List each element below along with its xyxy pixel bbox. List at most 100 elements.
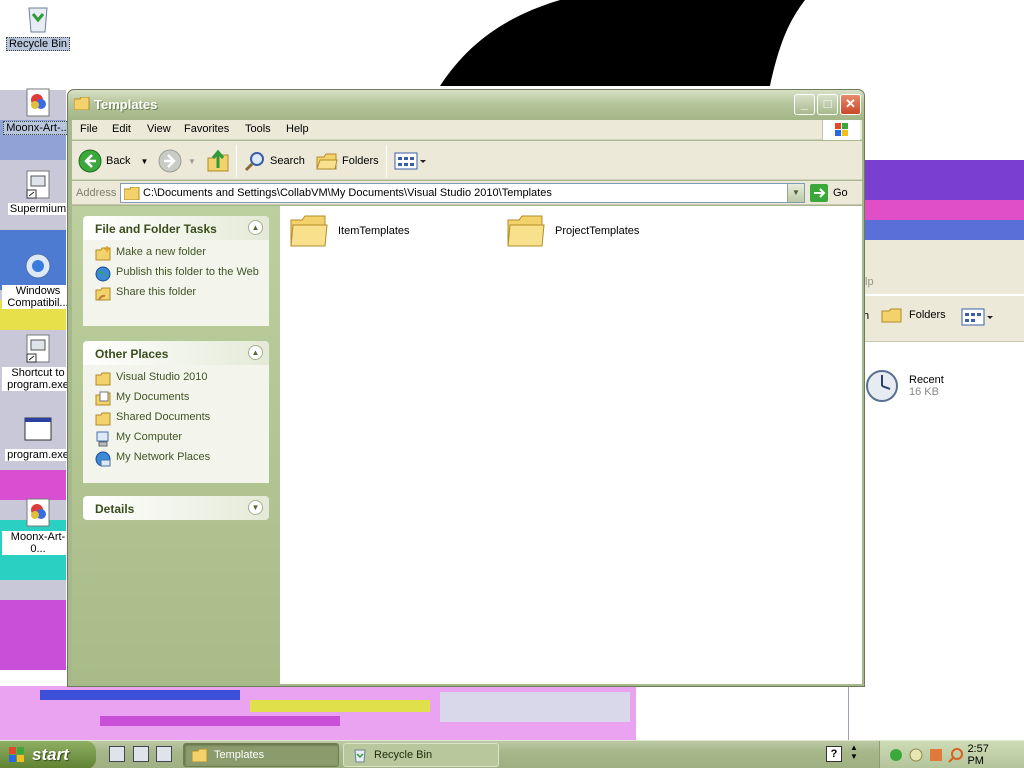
desktop-icon-shortcut-program[interactable]: Shortcut to program.exe [2, 332, 74, 391]
other-places-panel: Other Places ▲ Visual Studio 2010 My Doc… [83, 341, 269, 483]
system-tray: 2:57 PM [879, 741, 1024, 768]
help-icon[interactable]: ? [826, 746, 842, 762]
background-views-button[interactable] [961, 308, 995, 329]
shortcut-icon [22, 168, 54, 200]
menu-tools[interactable]: Tools [245, 123, 271, 135]
folders-button[interactable]: Folders [316, 147, 379, 175]
panel-header[interactable]: File and Folder Tasks ▲ [83, 216, 269, 240]
menu-favorites[interactable]: Favorites [184, 123, 229, 135]
maximize-icon: □ [823, 96, 832, 111]
shortcut-icon [22, 332, 54, 364]
taskbar-item-templates[interactable]: Templates [183, 743, 339, 767]
file-size: 16 KB [909, 386, 939, 398]
explorer-window[interactable]: Templates _ □ ✕ File Edit View Favorites… [67, 89, 865, 687]
task-make-new-folder[interactable]: Make a new folder [95, 246, 269, 266]
task-share-folder[interactable]: Share this folder [95, 286, 269, 306]
folder-icon [507, 215, 545, 247]
recycle-bin-icon [22, 2, 54, 34]
menu-bar: File Edit View Favorites Tools Help [72, 120, 862, 140]
desktop-icon-program[interactable]: program.exe [2, 414, 74, 461]
file-list: ItemTemplates ProjectTemplates [280, 206, 862, 684]
views-icon [961, 308, 993, 326]
collapse-chevron-icon[interactable]: ▲ [248, 220, 263, 235]
go-button[interactable]: Go [810, 184, 848, 202]
folder-icon [95, 412, 111, 426]
folder-icon [95, 372, 111, 386]
folder-name: ItemTemplates [338, 225, 410, 237]
minimize-icon: _ [800, 96, 809, 111]
taskbar: start Templates Recycle Bin ? ▲ ▼ 2:57 PM [0, 740, 1024, 768]
back-button[interactable]: Back ▼ [78, 147, 148, 175]
place-shared-documents[interactable]: Shared Documents [95, 411, 269, 431]
task-pane: File and Folder Tasks ▲ Make a new folde… [72, 206, 280, 684]
desktop-icon-moonx-art[interactable]: Moonx-Art-... [2, 86, 74, 135]
desktop-icon-moonx-art-2[interactable]: Moonx-Art-0... [2, 496, 74, 555]
quick-launch-program-icon[interactable] [156, 746, 172, 762]
close-icon: ✕ [845, 96, 856, 111]
search-button[interactable]: Search [244, 147, 305, 175]
place-my-network-places[interactable]: My Network Places [95, 451, 269, 471]
tray-expand-icon[interactable]: ▲ ▼ [850, 743, 858, 761]
address-input[interactable]: C:\Documents and Settings\CollabVM\My Do… [120, 183, 805, 203]
tray-app-icon[interactable] [928, 747, 944, 763]
details-panel: Details ▼ [83, 496, 269, 520]
file-folder-tasks-panel: File and Folder Tasks ▲ Make a new folde… [83, 216, 269, 326]
maximize-button[interactable]: □ [817, 94, 838, 115]
windows-logo-icon [822, 120, 860, 140]
clock[interactable]: 2:57 PM [967, 743, 1008, 767]
views-button[interactable] [394, 147, 430, 175]
desktop-icon-recycle-bin[interactable]: Recycle Bin [2, 2, 74, 51]
desktop-icon-windows-compatibility[interactable]: Windows Compatibil... [2, 250, 74, 309]
menu-file[interactable]: File [80, 123, 98, 135]
background-toolbar: h Folders [849, 296, 1024, 342]
menu-view[interactable]: View [147, 123, 171, 135]
share-folder-icon [95, 287, 111, 301]
forward-button[interactable]: ▼ [158, 147, 196, 175]
taskbar-item-recycle-bin[interactable]: Recycle Bin [343, 743, 499, 767]
background-file-recent[interactable]: Recent 16 KB [865, 362, 944, 406]
search-icon [244, 152, 264, 172]
forward-dropdown-icon: ▼ [188, 156, 196, 166]
folder-item[interactable]: ItemTemplates [290, 214, 410, 248]
start-button[interactable]: start [0, 741, 96, 768]
folder-name: ProjectTemplates [555, 225, 640, 237]
desktop-icon-supermium[interactable]: Supermium [2, 168, 74, 215]
toolbar-separator [386, 145, 387, 177]
minimize-button[interactable]: _ [794, 94, 815, 115]
chevron-down-icon: ▼ [792, 188, 800, 197]
windows-logo-icon [9, 747, 24, 762]
place-visual-studio-2010[interactable]: Visual Studio 2010 [95, 371, 269, 391]
recycle-bin-icon [354, 749, 366, 763]
collapse-chevron-icon[interactable]: ▲ [248, 345, 263, 360]
back-dropdown-icon[interactable]: ▼ [140, 157, 148, 166]
up-folder-button[interactable] [206, 147, 230, 175]
new-folder-icon [95, 246, 111, 261]
image-file-icon [22, 496, 54, 528]
network-icon[interactable] [888, 747, 904, 763]
search-icon[interactable] [947, 747, 964, 763]
close-button[interactable]: ✕ [840, 94, 861, 115]
menu-edit[interactable]: Edit [112, 123, 131, 135]
panel-header[interactable]: Other Places ▲ [83, 341, 269, 365]
place-my-computer[interactable]: My Computer [95, 431, 269, 451]
folder-item[interactable]: ProjectTemplates [507, 214, 639, 248]
up-folder-icon [207, 149, 229, 172]
address-dropdown-button[interactable]: ▼ [787, 184, 804, 202]
panel-header[interactable]: Details ▼ [83, 496, 269, 520]
my-documents-icon [95, 391, 111, 406]
background-explorer-window[interactable]: lp h Folders Recent 16 KB [848, 240, 1024, 740]
title-bar[interactable]: Templates _ □ ✕ [68, 90, 864, 120]
views-icon [394, 152, 426, 170]
place-my-documents[interactable]: My Documents [95, 391, 269, 411]
folder-icon [74, 97, 90, 110]
compatibility-icon [22, 250, 54, 282]
image-file-icon [22, 86, 54, 118]
background-menu-fragment: lp [865, 276, 874, 288]
security-icon[interactable] [908, 747, 924, 763]
menu-help[interactable]: Help [286, 123, 309, 135]
background-folders-button[interactable]: Folders [881, 306, 946, 324]
task-publish-folder[interactable]: Publish this folder to the Web [95, 266, 269, 286]
quick-launch-program-icon[interactable] [133, 746, 149, 762]
expand-chevron-icon[interactable]: ▼ [248, 500, 263, 515]
quick-launch-program-icon[interactable] [109, 746, 125, 762]
